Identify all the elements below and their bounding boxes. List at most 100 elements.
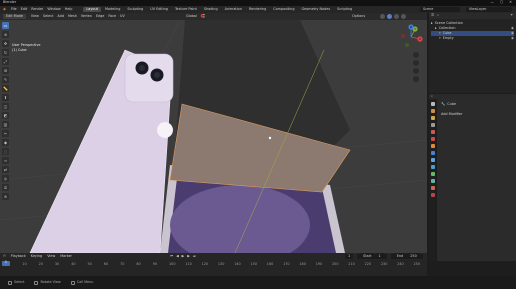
jump-start-icon[interactable]: ⏮	[170, 254, 173, 258]
play-icon[interactable]: ▶	[182, 254, 185, 258]
gizmo-neg-x-axis[interactable]	[401, 34, 405, 38]
render-properties-tab-icon[interactable]	[430, 109, 435, 113]
timeline-ruler[interactable]: 1 10 20 30 40 50 60 70 80 90 100 110 120 130 140 150 160…	[0, 260, 427, 267]
annotate-tool-icon[interactable]: ✎	[2, 76, 9, 83]
visibility-eye-icon[interactable]: ◉	[511, 36, 514, 40]
visibility-eye-icon[interactable]: ◉	[511, 26, 514, 30]
tab-shading[interactable]: Shading	[201, 7, 221, 12]
perspective-toggle-icon[interactable]	[413, 76, 419, 82]
maximize-icon[interactable]: ▢	[500, 0, 503, 4]
timeline-menu-marker[interactable]: Marker	[60, 254, 72, 258]
close-icon[interactable]: ✕	[509, 0, 512, 4]
minimize-icon[interactable]: —	[491, 0, 494, 4]
camera-view-icon[interactable]	[413, 68, 419, 74]
tab-animation[interactable]: Animation	[222, 7, 245, 12]
poly-build-tool-icon[interactable]: ◆	[2, 139, 9, 146]
zoom-icon[interactable]	[413, 52, 419, 58]
transform-tool-icon[interactable]: ⊞	[2, 67, 9, 74]
menu-window[interactable]: Window	[47, 7, 60, 11]
output-properties-tab-icon[interactable]	[430, 116, 435, 120]
tab-sculpting[interactable]: Sculpting	[124, 7, 146, 12]
timeline-menu-keying[interactable]: Keying	[31, 254, 42, 258]
tab-geometry-nodes[interactable]: Geometry Nodes	[299, 7, 334, 12]
rendered-shading-icon[interactable]	[401, 14, 406, 19]
particles-properties-tab-icon[interactable]	[430, 158, 435, 162]
scene-properties-tab-icon[interactable]	[430, 130, 435, 134]
outliner-row[interactable]: ▾ Empty ◉	[431, 36, 514, 41]
view-layer-properties-tab-icon[interactable]	[430, 123, 435, 127]
select-box-tool-icon[interactable]: ▭	[2, 22, 9, 29]
constraints-properties-tab-icon[interactable]	[430, 172, 435, 176]
modifier-properties-tab-icon[interactable]	[430, 151, 435, 155]
tab-compositing[interactable]: Compositing	[270, 7, 297, 12]
mode-selector[interactable]: Edit Mode	[3, 13, 26, 20]
world-properties-tab-icon[interactable]	[430, 137, 435, 141]
viewport-menu-edge[interactable]: Edge	[96, 14, 105, 18]
data-properties-tab-icon[interactable]	[430, 179, 435, 183]
viewport-menu-uv[interactable]: UV	[120, 14, 125, 18]
transform-orientation-selector[interactable]: Global	[186, 14, 197, 18]
rip-tool-icon[interactable]: ⋔	[2, 193, 9, 200]
options-button[interactable]: Options	[352, 14, 365, 18]
properties-search-icon[interactable]: ⌕	[431, 94, 433, 98]
timeline-panel[interactable]: 1 10 20 30 40 50 60 70 80 90 100 110 120 130 140 150 160…	[0, 260, 427, 276]
gizmo-neg-y-axis[interactable]	[405, 43, 409, 47]
viewport-menu-select[interactable]: Select	[43, 14, 53, 18]
start-frame-field[interactable]: Start 1	[357, 252, 387, 260]
playhead[interactable]: 1	[2, 260, 10, 266]
rotate-tool-icon[interactable]: ↻	[2, 49, 9, 56]
visibility-eye-icon[interactable]: ◉	[511, 31, 514, 35]
view-layer-selector[interactable]: ViewLayer	[466, 7, 512, 13]
tab-uv-editing[interactable]: UV Editing	[147, 7, 171, 12]
solid-shading-icon[interactable]	[387, 14, 392, 19]
knife-tool-icon[interactable]: ✂	[2, 130, 9, 137]
tool-properties-tab-icon[interactable]	[430, 102, 435, 106]
object-properties-tab-icon[interactable]	[430, 144, 435, 148]
inset-tool-icon[interactable]: ◫	[2, 103, 9, 110]
scale-tool-icon[interactable]: ⤢	[2, 58, 9, 65]
measure-tool-icon[interactable]: 📏	[2, 85, 9, 92]
blender-logo-icon[interactable]: ◉	[3, 7, 6, 11]
smooth-tool-icon[interactable]: ≈	[2, 157, 9, 164]
menu-edit[interactable]: Edit	[21, 7, 28, 11]
material-shading-icon[interactable]	[394, 14, 399, 19]
material-properties-tab-icon[interactable]	[430, 186, 435, 190]
tab-texture-paint[interactable]: Texture Paint	[172, 7, 200, 12]
loop-cut-tool-icon[interactable]: ▥	[2, 121, 9, 128]
current-frame-field[interactable]: 1	[345, 253, 354, 260]
timeline-menu-playback[interactable]: Playback	[11, 254, 26, 258]
spin-tool-icon[interactable]: ◌	[2, 148, 9, 155]
viewport-menu-mesh[interactable]: Mesh	[68, 14, 77, 18]
3d-viewport[interactable]: User Perspective (1) Cube	[0, 20, 427, 253]
menu-render[interactable]: Render	[31, 7, 43, 11]
viewport-menu-vertex[interactable]: Vertex	[81, 14, 92, 18]
add-modifier-button[interactable]: Add Modifier	[441, 112, 512, 116]
outliner-editor-icon[interactable]: ☰	[431, 13, 434, 17]
jump-end-icon[interactable]: ⏭	[193, 254, 196, 258]
bevel-tool-icon[interactable]: ◩	[2, 112, 9, 119]
edge-slide-tool-icon[interactable]: ⇄	[2, 166, 9, 173]
outliner-filter-icon[interactable]: ⏷	[510, 13, 516, 17]
move-tool-icon[interactable]: ✥	[2, 40, 9, 47]
end-frame-field[interactable]: End 250	[390, 252, 423, 260]
outliner-search-icon[interactable]: ⌕	[437, 13, 439, 17]
scene-selector[interactable]: Scene	[420, 7, 460, 13]
tab-scripting[interactable]: Scripting	[334, 7, 355, 12]
wireframe-shading-icon[interactable]	[380, 14, 385, 19]
physics-properties-tab-icon[interactable]	[430, 165, 435, 169]
viewport-menu-face[interactable]: Face	[108, 14, 116, 18]
tab-layout[interactable]: Layout	[83, 6, 101, 13]
next-keyframe-icon[interactable]: ▶	[187, 254, 190, 258]
shear-tool-icon[interactable]: ⧄	[2, 184, 9, 191]
navigation-gizmo[interactable]: X Y Z	[398, 24, 424, 50]
viewport-menu-add[interactable]: Add	[57, 14, 64, 18]
cursor-tool-icon[interactable]: ⊕	[2, 31, 9, 38]
snap-icon[interactable]: 🧲	[201, 14, 205, 18]
shrink-fatten-tool-icon[interactable]: ◎	[2, 175, 9, 182]
menu-help[interactable]: Help	[65, 7, 73, 11]
timeline-menu-view[interactable]: View	[47, 254, 55, 258]
texture-properties-tab-icon[interactable]	[430, 193, 435, 197]
tab-modeling[interactable]: Modeling	[102, 7, 123, 12]
extrude-tool-icon[interactable]: ⬆	[2, 94, 9, 101]
pan-icon[interactable]	[413, 60, 419, 66]
